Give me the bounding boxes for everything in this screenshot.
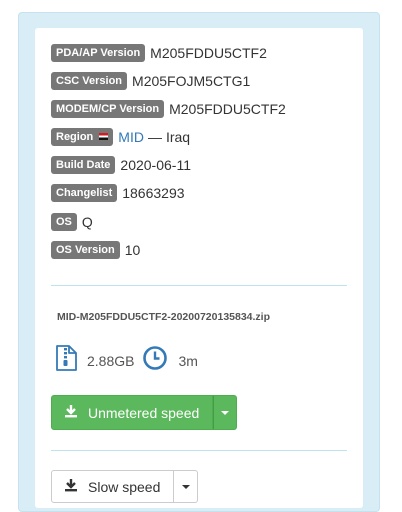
divider	[51, 450, 347, 451]
modem-version-row: MODEM/CP Version M205FDDU5CTF2	[51, 100, 286, 118]
file-size: 2.88GB	[87, 352, 135, 369]
unmetered-download-group: Unmetered speed	[51, 395, 237, 430]
modem-version-label: MODEM/CP Version	[51, 100, 165, 118]
zip-file-icon	[53, 344, 79, 377]
build-date-row: Build Date 2020-06-11	[51, 156, 191, 174]
slow-speed-button[interactable]: Slow speed	[51, 470, 174, 503]
unmetered-speed-dropdown[interactable]	[213, 395, 237, 430]
download-icon	[64, 478, 78, 495]
region-code-link[interactable]: MID	[118, 129, 144, 145]
os-version-value: 10	[124, 242, 141, 258]
download-icon	[64, 404, 78, 421]
pda-version-label: PDA/AP Version	[51, 44, 146, 62]
iraq-flag-icon	[99, 133, 109, 140]
region-label-text: Region	[56, 131, 94, 143]
region-separator: —	[147, 129, 162, 145]
slow-speed-dropdown[interactable]	[174, 470, 198, 503]
firmware-card: PDA/AP Version M205FDDU5CTF2 CSC Version…	[35, 28, 363, 508]
csc-version-value: M205FOJM5CTG1	[132, 73, 251, 89]
download-time: 3m	[178, 352, 198, 369]
csc-version-label: CSC Version	[51, 72, 128, 90]
slow-speed-label: Slow speed	[88, 478, 161, 495]
csc-version-row: CSC Version M205FOJM5CTG1	[51, 72, 250, 90]
caret-down-icon	[181, 484, 190, 489]
os-row: OS Q	[51, 213, 93, 231]
changelist-value: 18663293	[122, 185, 185, 201]
region-value: MID — Iraq	[118, 129, 190, 145]
changelist-row: Changelist 18663293	[51, 184, 185, 202]
unmetered-speed-label: Unmetered speed	[88, 404, 200, 421]
region-label: Region	[51, 128, 114, 146]
unmetered-speed-button[interactable]: Unmetered speed	[51, 395, 213, 430]
region-country: Iraq	[165, 129, 191, 145]
slow-download-group: Slow speed	[51, 470, 198, 503]
os-version-row: OS Version 10	[51, 241, 140, 259]
caret-down-icon	[221, 410, 229, 415]
pda-version-row: PDA/AP Version M205FDDU5CTF2	[51, 44, 267, 62]
build-date-value: 2020-06-11	[120, 157, 191, 173]
clock-icon	[142, 345, 168, 376]
changelist-label: Changelist	[51, 184, 118, 202]
region-row: Region MID — Iraq	[51, 128, 190, 146]
build-date-label: Build Date	[51, 156, 116, 174]
os-label: OS	[51, 213, 77, 231]
modem-version-value: M205FDDU5CTF2	[169, 101, 286, 117]
pda-version-value: M205FDDU5CTF2	[150, 45, 267, 61]
divider	[51, 285, 347, 286]
file-meta: 2.88GB 3m	[53, 344, 198, 377]
os-value: Q	[81, 214, 93, 230]
os-version-label: OS Version	[51, 241, 120, 259]
file-name: MID-M205FDDU5CTF2-20200720135834.zip	[57, 311, 271, 323]
